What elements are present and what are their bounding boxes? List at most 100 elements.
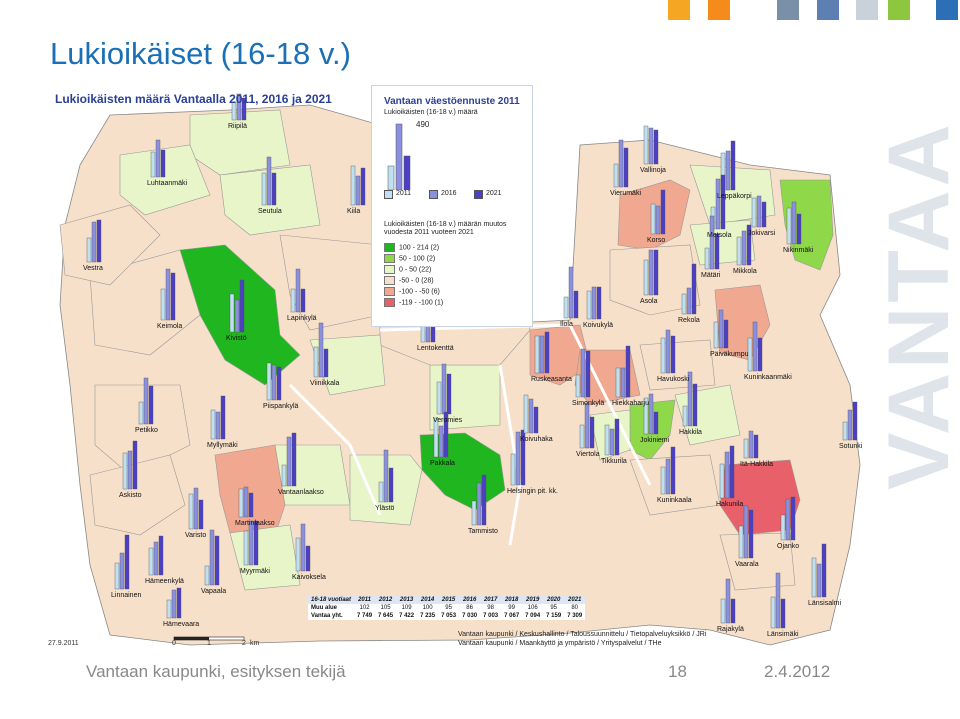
district-bar — [623, 147, 629, 188]
district-bar — [476, 482, 482, 526]
district-bar — [138, 401, 144, 425]
district-bar — [604, 424, 610, 456]
legend-year-2016: 2016 — [441, 190, 457, 197]
district-bar — [738, 525, 744, 559]
place-label: Seutula — [258, 208, 282, 215]
district-bar — [752, 321, 758, 372]
district-bar — [155, 139, 161, 178]
scale-tick: 2 — [242, 640, 246, 647]
district-bar — [86, 237, 92, 263]
district-bar — [360, 167, 366, 206]
place-label: Vestra — [83, 265, 103, 272]
district-bar — [323, 348, 329, 378]
table-header-cell: 2011 — [354, 596, 376, 604]
district-bar — [585, 350, 591, 398]
district-vantaanlaakso — [274, 444, 351, 506]
district-bar — [720, 598, 726, 624]
table-cell: 95 — [445, 605, 452, 611]
table-cell: 102 — [359, 605, 370, 611]
district-bar — [691, 263, 697, 315]
district-bar — [842, 421, 848, 441]
place-label: Metsola — [707, 232, 732, 239]
table-header-row: 16-18 vuotiaat 2011 2012 2013 2014 2015 2016 20… — [308, 596, 586, 604]
legend-class-swatch — [384, 287, 395, 296]
place-label: Päiväkumpu — [710, 351, 749, 358]
legend-class-row: 100 - 214 (2) — [384, 243, 439, 252]
table-cell: 100 — [422, 605, 433, 611]
district-bar — [613, 163, 619, 188]
table-row: Vantaa yht. 7 749 7 645 7 422 7 235 7 053 7 03… — [308, 612, 585, 620]
district-bar — [510, 453, 516, 486]
legend-bar-sample — [387, 123, 411, 190]
scale-bar-graphic — [173, 636, 245, 641]
place-label: Myllymäki — [207, 442, 238, 449]
table-cell: 99 — [508, 605, 515, 611]
credit-line: Vantaan kaupunki / Maankäyttö ja ympäris… — [458, 640, 662, 647]
footer-page-number: 18 — [668, 662, 687, 681]
place-label: Kivistö — [226, 335, 247, 342]
district-bar — [730, 598, 736, 624]
district-bar — [243, 486, 249, 518]
map-credits: Vantaan kaupunki / Keskushallinto / Talo… — [458, 630, 706, 648]
place-label: Hämevaara — [163, 621, 200, 628]
district-bar — [718, 309, 724, 349]
district-bar — [724, 451, 730, 499]
table-cell: 86 — [466, 605, 473, 611]
district-bar — [660, 189, 666, 235]
district-bar — [625, 345, 631, 398]
place-label: Rekola — [678, 317, 700, 324]
table-header-cell: 2014 — [417, 596, 439, 604]
legend-class-swatch — [384, 265, 395, 274]
district-bar — [648, 127, 654, 165]
legend-year-2021: 2021 — [486, 190, 502, 197]
legend-class-label: -50 - 0 — [399, 277, 422, 285]
place-label: Nikinmäki — [783, 247, 814, 254]
district-bar — [193, 487, 199, 530]
district-bar — [741, 230, 747, 266]
district-bar — [143, 377, 149, 425]
district-bar — [589, 416, 595, 449]
district-bar — [573, 290, 579, 319]
district-bar — [719, 463, 725, 499]
district-bar — [780, 514, 786, 541]
place-label: Viertola — [576, 451, 600, 458]
district-bar — [596, 286, 602, 320]
legend-class-swatch — [384, 298, 395, 307]
table-cell: 95 — [550, 605, 558, 611]
place-label: Hakunila — [716, 501, 744, 508]
district-bar — [709, 215, 715, 270]
district-bar — [239, 279, 245, 333]
district-bar — [176, 587, 182, 619]
district-bar — [534, 335, 540, 374]
district-bar — [704, 247, 710, 270]
legend-class-label: 0 - 50 — [399, 266, 419, 274]
district-bar — [753, 434, 759, 459]
district-bar — [775, 572, 781, 629]
district-bar — [286, 436, 292, 487]
district-bar — [786, 207, 792, 245]
district-bar — [204, 565, 210, 586]
district-bar — [160, 149, 166, 178]
table-cell: 7 159 — [546, 613, 562, 619]
district-bar — [796, 213, 802, 245]
legend-class-count: (28) — [421, 277, 434, 285]
place-label: Myyrmäki — [240, 568, 270, 575]
district-bar — [243, 530, 249, 566]
district-bar — [650, 203, 656, 235]
table-cell: 7 053 — [441, 613, 457, 619]
place-label: Ruskeasanta — [531, 376, 572, 383]
district-bar — [281, 464, 287, 487]
place-label: Varisto — [185, 532, 207, 539]
district-bar — [579, 424, 585, 449]
place-label: Ylästö — [375, 505, 395, 512]
table-cell: 7 003 — [483, 613, 499, 619]
table-cell: 7 235 — [420, 613, 436, 619]
place-label: Kuninkaanmäki — [744, 374, 792, 381]
legend-change-heading: Lukioikäisten (16-18 v.) määrän muutos v… — [384, 221, 507, 236]
district-bar — [158, 535, 164, 576]
district-map: Lukioikäisten määrä Vantaalla 2011, 2016… — [48, 85, 880, 653]
district-bar — [665, 458, 671, 495]
district-bar — [725, 150, 731, 191]
district-bar — [266, 362, 272, 401]
place-label: Länsisalmi — [808, 600, 842, 607]
